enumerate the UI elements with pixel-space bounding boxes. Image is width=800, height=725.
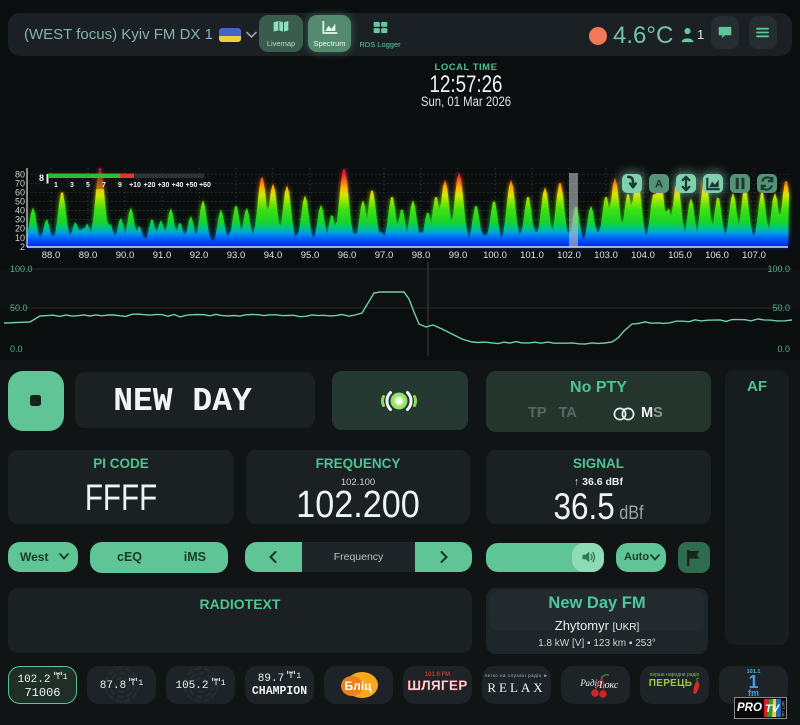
svg-text:9: 9 [118, 182, 122, 189]
svg-text:+20: +20 [144, 182, 156, 189]
svg-text:100.0: 100.0 [10, 264, 33, 274]
svg-text:93.0: 93.0 [227, 250, 246, 261]
svg-text:5: 5 [86, 182, 90, 189]
svg-text:TV: TV [765, 703, 781, 715]
svg-text:0.0: 0.0 [10, 344, 23, 354]
svg-text:91.0: 91.0 [153, 250, 172, 261]
svg-text:103.0: 103.0 [594, 250, 618, 261]
svg-text:94.0: 94.0 [264, 250, 283, 261]
svg-text:100.0: 100.0 [767, 264, 790, 274]
svg-text:+40: +40 [172, 182, 184, 189]
svg-text:+30: +30 [158, 182, 170, 189]
svg-text:104.0: 104.0 [631, 250, 655, 261]
svg-text:+10: +10 [129, 182, 141, 189]
svg-text:7: 7 [102, 182, 106, 189]
svg-text:50.0: 50.0 [772, 303, 790, 313]
svg-text:+50: +50 [186, 182, 198, 189]
svg-text:100.0: 100.0 [483, 250, 507, 261]
svg-text:Бліц: Бліц [345, 679, 373, 693]
svg-text:106.0: 106.0 [705, 250, 729, 261]
svg-text:+60: +60 [199, 182, 211, 189]
svg-text:105.0: 105.0 [668, 250, 692, 261]
svg-text:102.0: 102.0 [557, 250, 581, 261]
svg-text:99.0: 99.0 [449, 250, 468, 261]
svg-text:3: 3 [70, 182, 74, 189]
svg-text:89.0: 89.0 [79, 250, 98, 261]
svg-text:92.0: 92.0 [190, 250, 209, 261]
svg-text:0.0: 0.0 [777, 344, 790, 354]
svg-text:95.0: 95.0 [301, 250, 320, 261]
svg-text:A: A [655, 178, 663, 190]
svg-text:8: 8 [39, 173, 44, 183]
svg-text:Люкс: Люкс [595, 680, 619, 691]
svg-text:2: 2 [20, 242, 25, 252]
svg-text:1: 1 [54, 182, 58, 189]
svg-text:107.0: 107.0 [742, 250, 766, 261]
svg-text:98.0: 98.0 [412, 250, 431, 261]
svg-text:101.0: 101.0 [520, 250, 544, 261]
svg-text:96.0: 96.0 [338, 250, 357, 261]
svg-text:97.0: 97.0 [375, 250, 394, 261]
svg-text:90.0: 90.0 [116, 250, 135, 261]
svg-text:50.0: 50.0 [10, 303, 28, 313]
svg-text:88.0: 88.0 [42, 250, 61, 261]
